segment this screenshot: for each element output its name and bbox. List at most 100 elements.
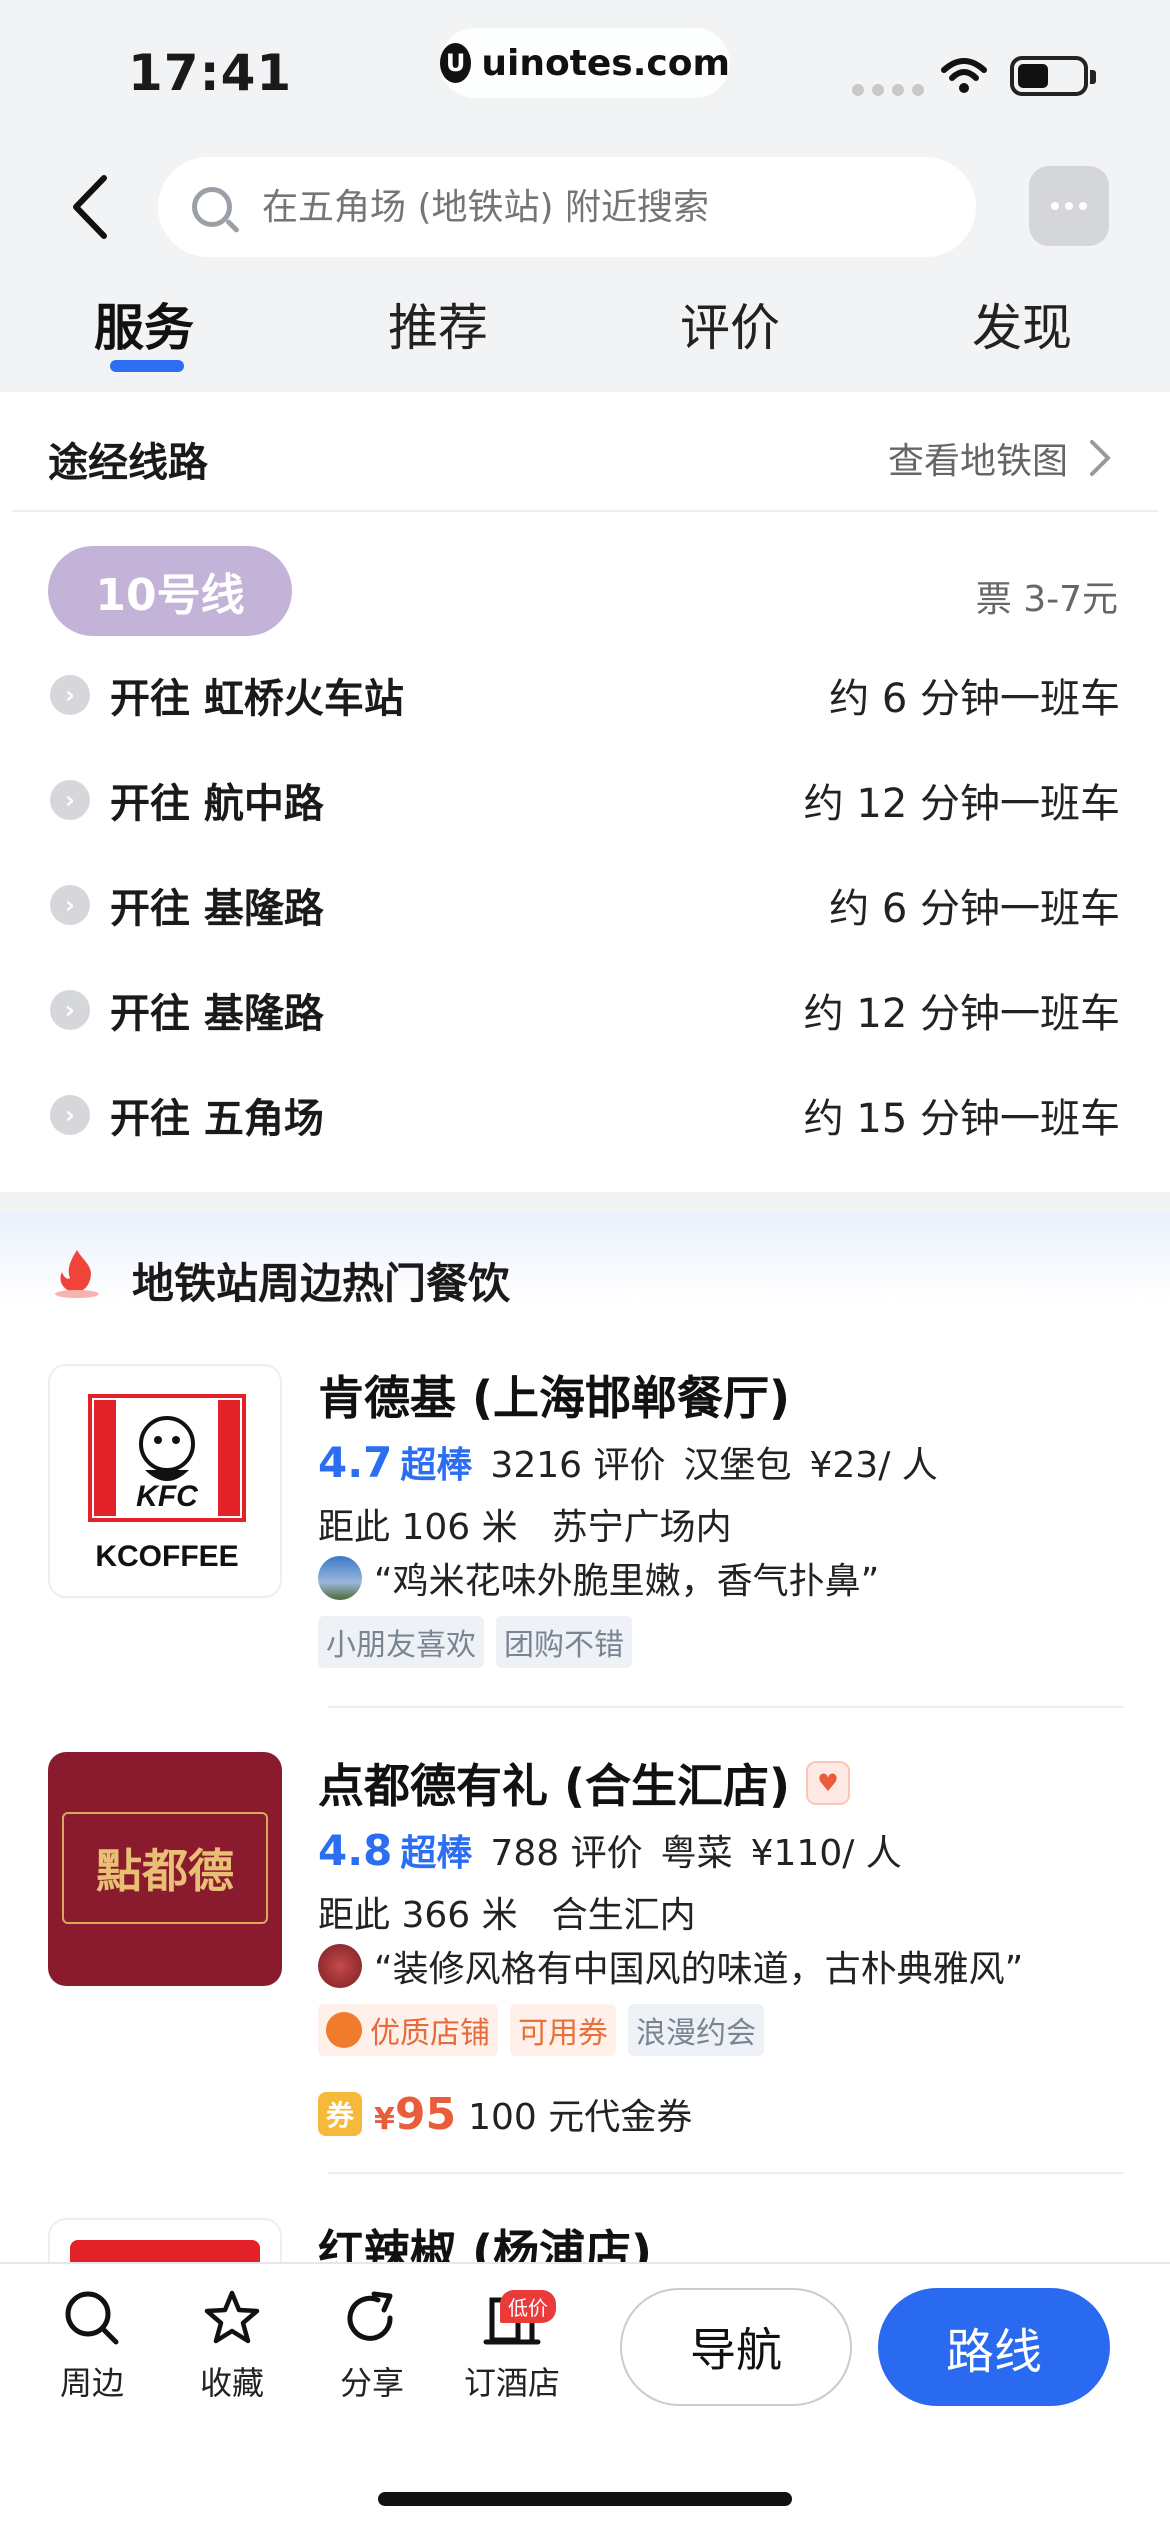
shop-tag: 可用券 <box>510 2004 616 2056</box>
tab-recommend[interactable]: 推荐 <box>388 288 488 360</box>
shop-distance-row: 距此 366 米 合生汇内 <box>318 1886 696 1938</box>
nearby-label: 周边 <box>59 2364 124 2402</box>
shop-reviews: 3216 评价 <box>490 1445 666 1486</box>
medal-icon <box>326 2012 362 2048</box>
shop-rating-label: 超棒 <box>400 1445 473 1486</box>
coupon-price: ¥95 <box>374 2089 456 2140</box>
shop-thumbnail[interactable]: KFC KCOFFEE <box>48 1364 282 1598</box>
shop-category: 粤菜 <box>660 1833 733 1874</box>
tab-discover[interactable]: 发现 <box>972 288 1072 360</box>
battery-icon <box>1010 56 1096 96</box>
search-input[interactable] <box>262 186 902 228</box>
wifi-icon <box>941 58 987 93</box>
direction-frequency: 约 6 分钟一班车 <box>829 676 1120 722</box>
coupon-icon: 券 <box>318 2092 362 2136</box>
shop-tag: 浪漫约会 <box>628 2004 764 2056</box>
shop-tags: 小朋友喜欢 团购不错 <box>318 1616 632 1668</box>
back-icon[interactable] <box>66 172 116 242</box>
direction-row[interactable]: › 开往 基隆路 约 6 分钟一班车 <box>50 870 1120 940</box>
share-icon <box>347 2291 393 2341</box>
shop-rating-label: 超棒 <box>400 1833 473 1874</box>
share-label: 分享 <box>339 2364 404 2402</box>
heart-badge-icon: ♥ <box>806 1761 851 1805</box>
book-hotel-label: 订酒店 <box>463 2364 560 2402</box>
shop-thumbnail[interactable]: 點都德 <box>48 1752 282 1986</box>
reviewer-avatar <box>318 1556 362 1600</box>
chevron-right-icon <box>1090 440 1111 476</box>
shop-distance-row: 距此 106 米 苏宁广场内 <box>318 1498 732 1550</box>
shop-quote-row: “装修风格有中国风的味道，古朴典雅风” <box>318 1940 1023 1992</box>
favorite-button[interactable]: 收藏 <box>172 2288 292 2404</box>
coupon-row[interactable]: 券 ¥95 100 元代金券 <box>318 2088 692 2140</box>
shop-rating: 4.7 <box>318 1438 393 1487</box>
favorite-label: 收藏 <box>199 2364 264 2402</box>
food-section-title: 地铁站周边热门餐饮 <box>132 1259 511 1308</box>
line-badge[interactable]: 10号线 <box>48 546 292 636</box>
dimdoudak-logo-text: 點都德 <box>96 1844 234 1898</box>
direction-frequency: 约 15 分钟一班车 <box>803 1096 1120 1142</box>
divider <box>328 2172 1124 2174</box>
low-price-badge: 低价 <box>500 2290 556 2323</box>
shop-name: 点都德有礼 (合生汇店) <box>318 1759 791 1813</box>
shop-price: ¥110/ 人 <box>750 1833 902 1874</box>
tab-reviews[interactable]: 评价 <box>680 288 780 360</box>
chevron-circle-icon: › <box>50 990 90 1030</box>
status-time: 17:41 <box>128 44 293 102</box>
divider <box>12 510 1158 512</box>
shop-tag-label: 优质店铺 <box>370 2016 490 2051</box>
shop-rating: 4.8 <box>318 1826 393 1875</box>
divider <box>328 1706 1124 1708</box>
chevron-circle-icon: › <box>50 1095 90 1135</box>
shop-tags: 优质店铺 可用券 浪漫约会 <box>318 2004 764 2056</box>
watermark-text: uinotes.com <box>481 42 730 84</box>
subway-map-link-label: 查看地铁图 <box>887 441 1068 482</box>
direction-frequency: 约 12 分钟一班车 <box>803 781 1120 827</box>
route-section-title: 途经线路 <box>48 440 208 486</box>
shop-name-row[interactable]: 点都德有礼 (合生汇店) ♥ <box>318 1750 851 1816</box>
shop-tag: 团购不错 <box>496 1616 632 1668</box>
share-button[interactable]: 分享 <box>312 2288 432 2404</box>
shop-tag: 优质店铺 <box>318 2004 498 2056</box>
star-icon <box>204 2290 260 2344</box>
shop-quote-row: “鸡米花味外脆里嫩，香气扑鼻” <box>318 1552 879 1604</box>
shop-meta: 4.7 超棒 3216 评价 汉堡包 ¥23/ 人 <box>318 1436 938 1488</box>
shop-reviews: 788 评价 <box>490 1833 643 1874</box>
subway-map-link[interactable]: 查看地铁图 <box>888 432 1112 484</box>
more-options-button[interactable] <box>1029 166 1109 246</box>
coupon-amount: 95 <box>394 2088 457 2140</box>
route-button[interactable]: 路线 <box>878 2288 1110 2406</box>
direction-row[interactable]: › 开往 五角场 约 15 分钟一班车 <box>50 1080 1120 1150</box>
direction-row[interactable]: › 开往 航中路 约 12 分钟一班车 <box>50 765 1120 835</box>
fare-info: 票 3-7元 <box>975 579 1118 620</box>
kcoffee-logo-text: KCOFFEE <box>95 1540 238 1573</box>
navigate-button[interactable]: 导航 <box>620 2288 852 2406</box>
active-tab-indicator <box>110 360 184 372</box>
coupon-currency: ¥ <box>374 2101 395 2137</box>
shop-location: 合生汇内 <box>551 1895 696 1936</box>
kfc-logo: KFC KCOFFEE <box>88 1394 246 1573</box>
reviewer-avatar <box>318 1944 362 1988</box>
search-icon <box>192 187 232 227</box>
shop-price: ¥23/ 人 <box>809 1445 938 1486</box>
search-bar[interactable] <box>158 157 976 257</box>
kfc-logo-text: KFC <box>136 1480 199 1513</box>
direction-name: 开往 五角场 <box>110 1096 324 1142</box>
fire-icon <box>55 1250 99 1298</box>
direction-row[interactable]: › 开往 虹桥火车站 约 6 分钟一班车 <box>50 660 1120 730</box>
cellular-signal-icon <box>852 84 924 96</box>
shop-tag: 小朋友喜欢 <box>318 1616 484 1668</box>
watermark: U uinotes.com <box>440 28 730 98</box>
shop-quote: “鸡米花味外脆里嫩，香气扑鼻” <box>374 1561 880 1602</box>
direction-row[interactable]: › 开往 基隆路 约 12 分钟一班车 <box>50 975 1120 1045</box>
search-icon <box>65 2291 119 2345</box>
shop-name[interactable]: 肯德基 (上海邯郸餐厅) <box>318 1362 790 1428</box>
tab-service[interactable]: 服务 <box>94 288 194 360</box>
watermark-logo-icon: U <box>440 43 472 83</box>
chevron-circle-icon: › <box>50 780 90 820</box>
chevron-circle-icon: › <box>50 885 90 925</box>
direction-name: 开往 基隆路 <box>110 886 324 932</box>
shop-meta: 4.8 超棒 788 评价 粤菜 ¥110/ 人 <box>318 1824 902 1876</box>
nearby-button[interactable]: 周边 <box>32 2288 152 2404</box>
direction-name: 开往 基隆路 <box>110 991 324 1037</box>
direction-name: 开往 虹桥火车站 <box>110 676 404 722</box>
